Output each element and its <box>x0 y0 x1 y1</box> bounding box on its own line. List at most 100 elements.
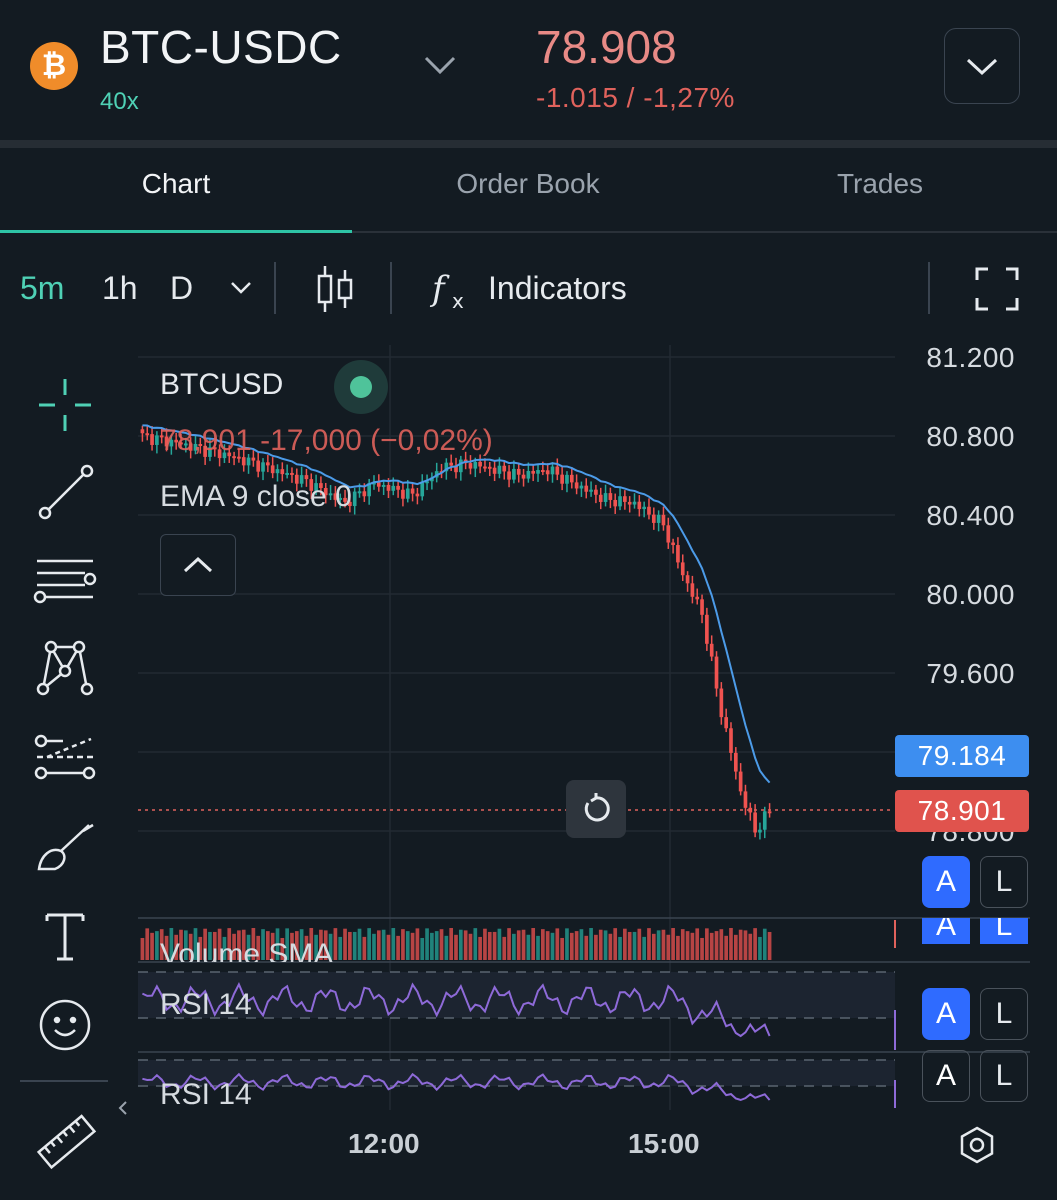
status-dot <box>350 376 372 398</box>
candle-body <box>410 488 415 494</box>
volume-bar <box>492 931 497 960</box>
volume-bar <box>521 929 526 960</box>
candle-body <box>381 484 386 487</box>
candle-body <box>246 457 251 466</box>
volume-bar <box>767 931 772 960</box>
candle-body <box>753 812 757 833</box>
volume-bar <box>449 928 454 960</box>
volume-bar <box>758 936 762 960</box>
volume-bar <box>333 928 338 960</box>
candle-body <box>758 829 762 833</box>
candle-body <box>656 514 661 523</box>
price-level-80000: 80.000 <box>926 579 1015 610</box>
price-level-80400: 80.400 <box>926 500 1015 531</box>
volume-bar <box>381 929 386 960</box>
candle-body <box>623 496 627 502</box>
candle-body <box>632 501 637 505</box>
volume-bar <box>550 932 555 960</box>
volume-bar <box>401 929 405 960</box>
candle-body <box>651 514 656 523</box>
volume-bar <box>458 929 463 960</box>
volume-log-button[interactable]: L <box>980 918 1028 944</box>
volume-bar <box>155 931 159 960</box>
volume-bar <box>420 937 425 960</box>
candle-body <box>560 474 564 484</box>
chart-settings-icon[interactable] <box>956 1124 998 1171</box>
volume-bar <box>473 928 478 960</box>
market-status-indicator <box>334 360 388 414</box>
volume-bar <box>425 928 429 960</box>
rsi2-log-button[interactable]: L <box>980 1050 1028 1102</box>
candle-body <box>391 485 396 491</box>
volume-bar <box>753 928 757 960</box>
candle-body <box>396 485 400 490</box>
candle-body <box>497 465 502 474</box>
volume-bar <box>632 931 637 960</box>
candle-body <box>458 459 463 473</box>
volume-bar <box>145 928 150 960</box>
volume-bar <box>584 935 589 960</box>
candle-body <box>290 472 294 475</box>
reset-chart-button[interactable] <box>566 780 626 838</box>
volume-bar <box>705 928 709 960</box>
candle-body <box>531 470 536 474</box>
volume-auto-button[interactable]: A <box>922 918 970 944</box>
candle-body <box>362 491 367 497</box>
price-chart[interactable] <box>0 0 1057 1200</box>
candle-body <box>145 433 150 436</box>
candle-body <box>478 461 482 467</box>
candle-body <box>642 506 646 510</box>
volume-bar <box>454 934 458 960</box>
volume-bar <box>709 932 714 960</box>
candle-body <box>685 575 690 584</box>
ema-price-badge: 79.184 <box>895 735 1029 777</box>
candle-body <box>420 482 425 497</box>
rsi-legend-secondary: RSI 14 <box>160 1078 252 1111</box>
candle-body <box>473 461 478 469</box>
ema-legend: EMA 9 close 0 <box>160 480 352 513</box>
candle-body <box>680 562 685 576</box>
candle-body <box>690 583 695 597</box>
candle-body <box>733 752 738 772</box>
candle-body <box>743 791 748 808</box>
time-label-1200: 12:00 <box>348 1128 420 1159</box>
volume-bar <box>743 930 748 960</box>
volume-bar <box>656 930 661 960</box>
candle-body <box>589 489 593 492</box>
rsi-log-button[interactable]: L <box>980 988 1028 1040</box>
candle-body <box>140 429 145 434</box>
candle-body <box>762 811 767 830</box>
volume-bar <box>150 932 154 960</box>
rsi2-auto-button[interactable]: A <box>922 1050 970 1102</box>
volume-bar <box>729 928 733 960</box>
rsi-auto-button[interactable]: A <box>922 988 970 1040</box>
volume-bar <box>603 930 608 960</box>
volume-bar <box>724 935 729 960</box>
volume-bar <box>483 928 487 960</box>
candle-body <box>386 484 391 491</box>
candle-body <box>526 470 531 479</box>
volume-bar <box>555 928 560 960</box>
candle-body <box>724 717 729 729</box>
volume-bar <box>430 932 434 960</box>
volume-bar <box>140 938 145 960</box>
candle-body <box>155 435 159 445</box>
volume-bar <box>666 934 671 960</box>
price-level-81200: 81.200 <box>926 342 1015 373</box>
volume-bar <box>637 928 642 960</box>
log-scale-button[interactable]: L <box>980 856 1028 908</box>
candle-body <box>251 457 256 461</box>
volume-bar <box>680 929 685 960</box>
volume-bar <box>439 929 444 960</box>
volume-bar <box>526 934 531 960</box>
ohlc-values: 78,901 -17,000 (−0,02%) <box>160 424 493 457</box>
candle-body <box>545 470 550 475</box>
collapse-legend-button[interactable] <box>160 534 236 596</box>
candle-body <box>574 482 579 489</box>
price-level-80800: 80.800 <box>926 421 1015 452</box>
auto-scale-button[interactable]: A <box>922 856 970 908</box>
candle-body <box>415 493 420 497</box>
volume-legend: Volume SMA <box>160 938 334 962</box>
candle-body <box>516 468 521 475</box>
volume-bar <box>487 931 492 960</box>
